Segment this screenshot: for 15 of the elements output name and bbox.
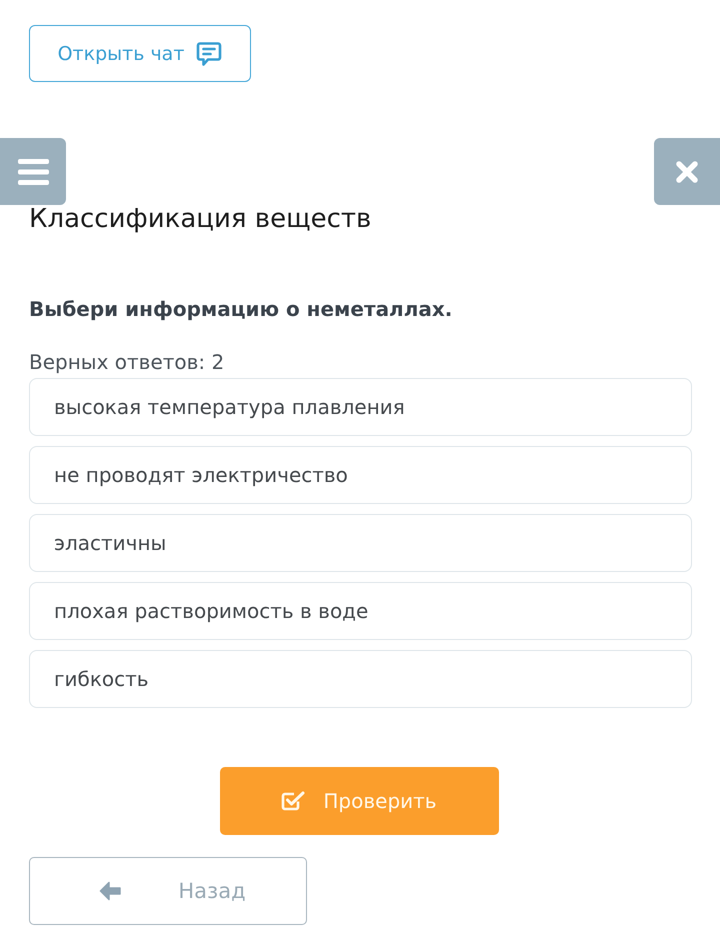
answer-option[interactable]: гибкость [29,650,692,708]
menu-button[interactable] [0,138,66,205]
close-icon [675,160,699,184]
checkbox-tick-icon [281,790,306,812]
chat-icon [196,40,222,66]
arrow-left-icon [98,881,122,901]
answer-option[interactable]: не проводят электричество [29,446,692,504]
page-title: Классификация веществ [29,203,372,236]
answer-option[interactable]: высокая температура плавления [29,378,692,436]
answers-count-text: Верных ответов: 2 [29,349,226,376]
answer-option[interactable]: эластичны [29,514,692,572]
menu-icon [18,158,48,184]
answer-option[interactable]: плохая растворимость в воде [29,582,692,640]
question-text: Выбери информацию о неметаллах. [29,296,454,323]
close-button[interactable] [654,138,720,205]
